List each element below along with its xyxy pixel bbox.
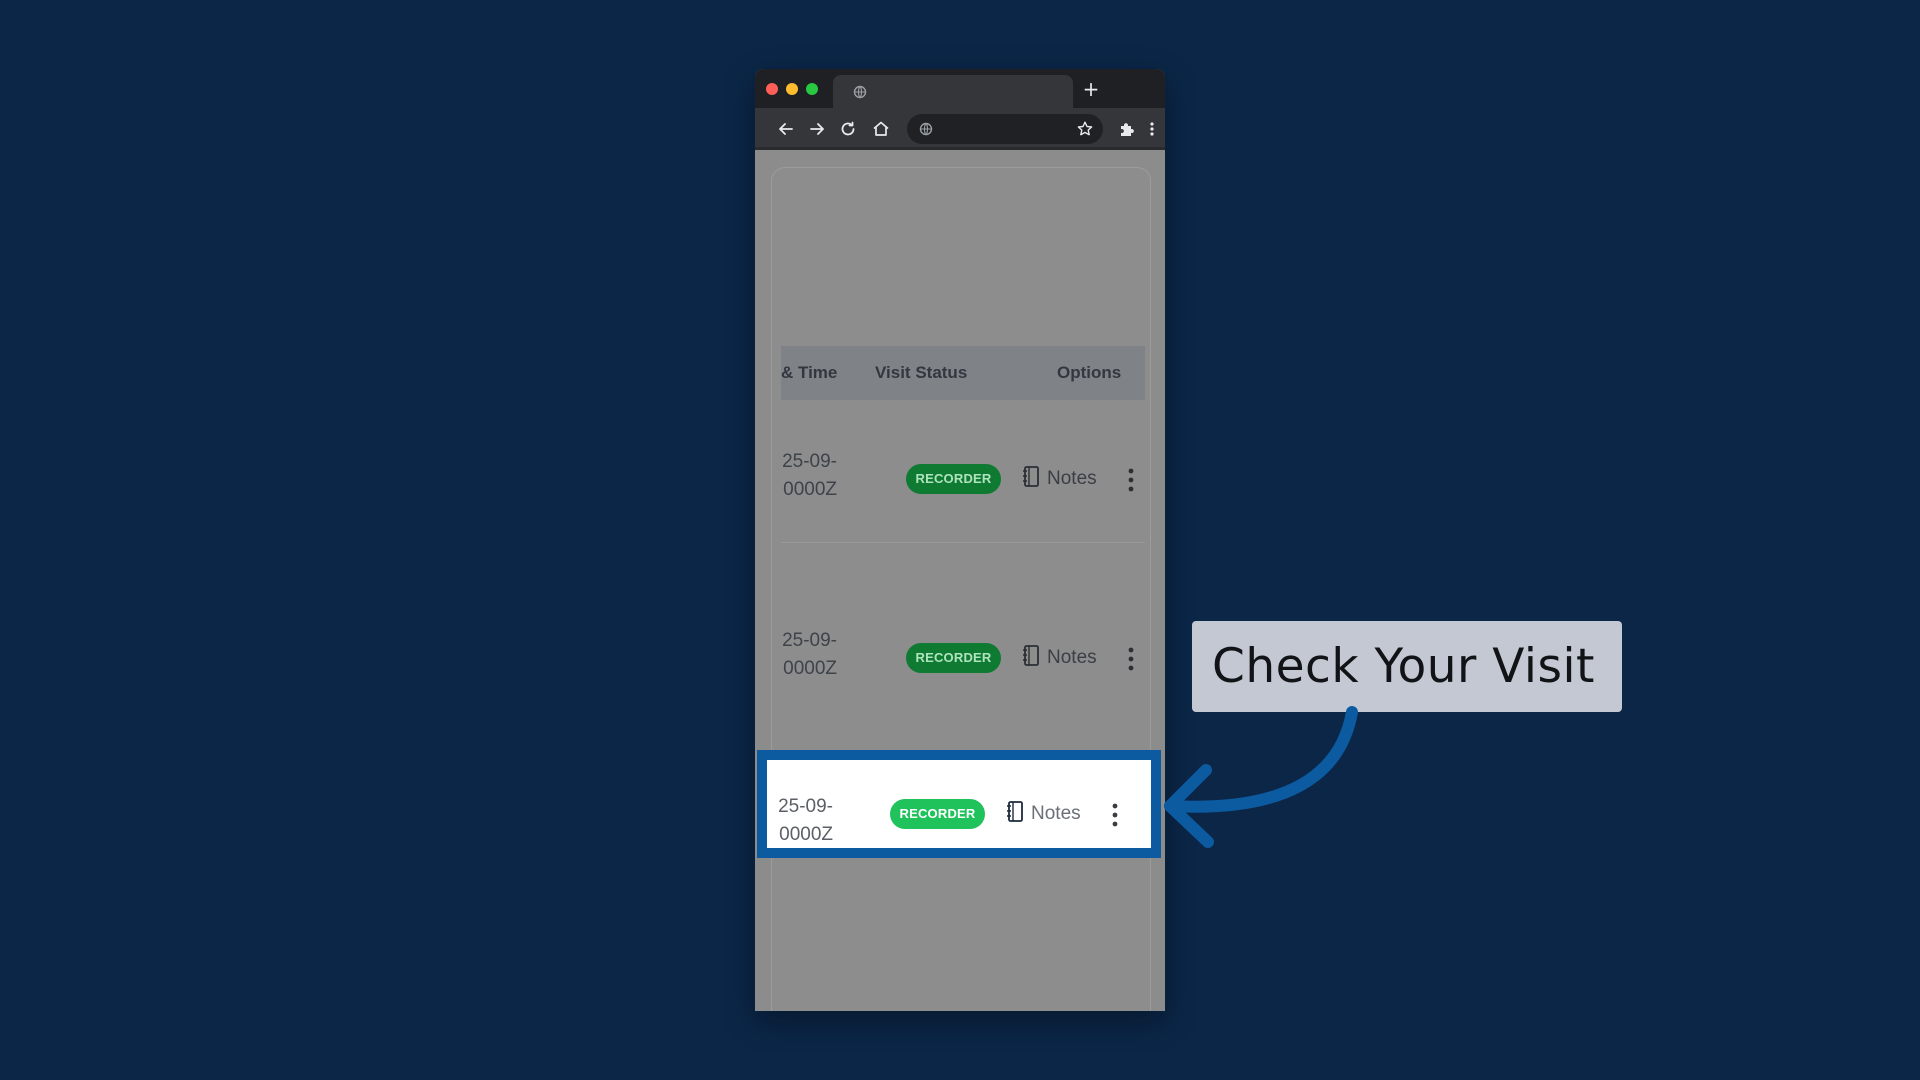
browser-window: + & Time Visit Status Options 25-09- 000… — [755, 69, 1165, 1011]
visit-date: 25-09- 0000Z — [782, 451, 837, 500]
row-options-icon[interactable] — [1127, 467, 1135, 493]
visits-card — [771, 167, 1151, 1011]
puzzle-icon[interactable] — [1116, 118, 1138, 140]
forward-arrow-icon[interactable] — [806, 118, 828, 140]
notebook-icon[interactable] — [1021, 465, 1041, 489]
row-divider — [781, 542, 1145, 543]
visit-date: 25-09- 0000Z — [782, 630, 837, 679]
reload-icon[interactable] — [837, 118, 859, 140]
header-options: Options — [1057, 363, 1122, 382]
address-bar[interactable] — [907, 114, 1103, 144]
star-icon[interactable] — [1075, 119, 1095, 139]
notebook-icon[interactable] — [1005, 800, 1025, 824]
globe-icon — [853, 85, 867, 99]
browser-titlebar: + — [755, 69, 1165, 108]
table-row: 25-09- 0000Z RECORDER Notes — [781, 619, 1145, 719]
callout-text: Check Your Visit — [1212, 639, 1595, 694]
row-options-icon[interactable] — [1111, 802, 1119, 828]
maximize-window-button[interactable] — [806, 83, 818, 95]
notebook-icon[interactable] — [1021, 644, 1041, 668]
status-badge: RECORDER — [906, 643, 1001, 673]
table-header: & Time Visit Status Options — [781, 346, 1145, 400]
minimize-window-button[interactable] — [786, 83, 798, 95]
callout-box: Check Your Visit — [1192, 621, 1622, 712]
notes-button[interactable]: Notes — [1047, 646, 1097, 670]
kebab-menu-icon[interactable] — [1141, 118, 1163, 140]
curved-arrow-icon — [1164, 706, 1358, 848]
home-icon[interactable] — [870, 118, 892, 140]
new-tab-button[interactable]: + — [1079, 77, 1103, 101]
notes-button[interactable]: Notes — [1031, 802, 1081, 826]
page-content: & Time Visit Status Options 25-09- 0000Z… — [755, 150, 1165, 1011]
visit-date: 25-09- 0000Z — [778, 796, 833, 845]
status-badge: RECORDER — [890, 799, 985, 829]
header-date-time: & Time — [781, 363, 838, 382]
header-visit-status: Visit Status — [875, 363, 968, 382]
browser-toolbar — [755, 108, 1165, 150]
notes-button[interactable]: Notes — [1047, 467, 1097, 491]
row-options-icon[interactable] — [1127, 646, 1135, 672]
globe-icon — [919, 122, 933, 136]
back-arrow-icon[interactable] — [775, 118, 797, 140]
status-badge: RECORDER — [906, 464, 1001, 494]
browser-tab[interactable] — [833, 75, 1073, 108]
table-row: 25-09- 0000Z RECORDER Notes — [781, 440, 1145, 540]
highlighted-visit-row[interactable]: 25-09- 0000Z RECORDER Notes — [757, 750, 1161, 858]
close-window-button[interactable] — [766, 83, 778, 95]
